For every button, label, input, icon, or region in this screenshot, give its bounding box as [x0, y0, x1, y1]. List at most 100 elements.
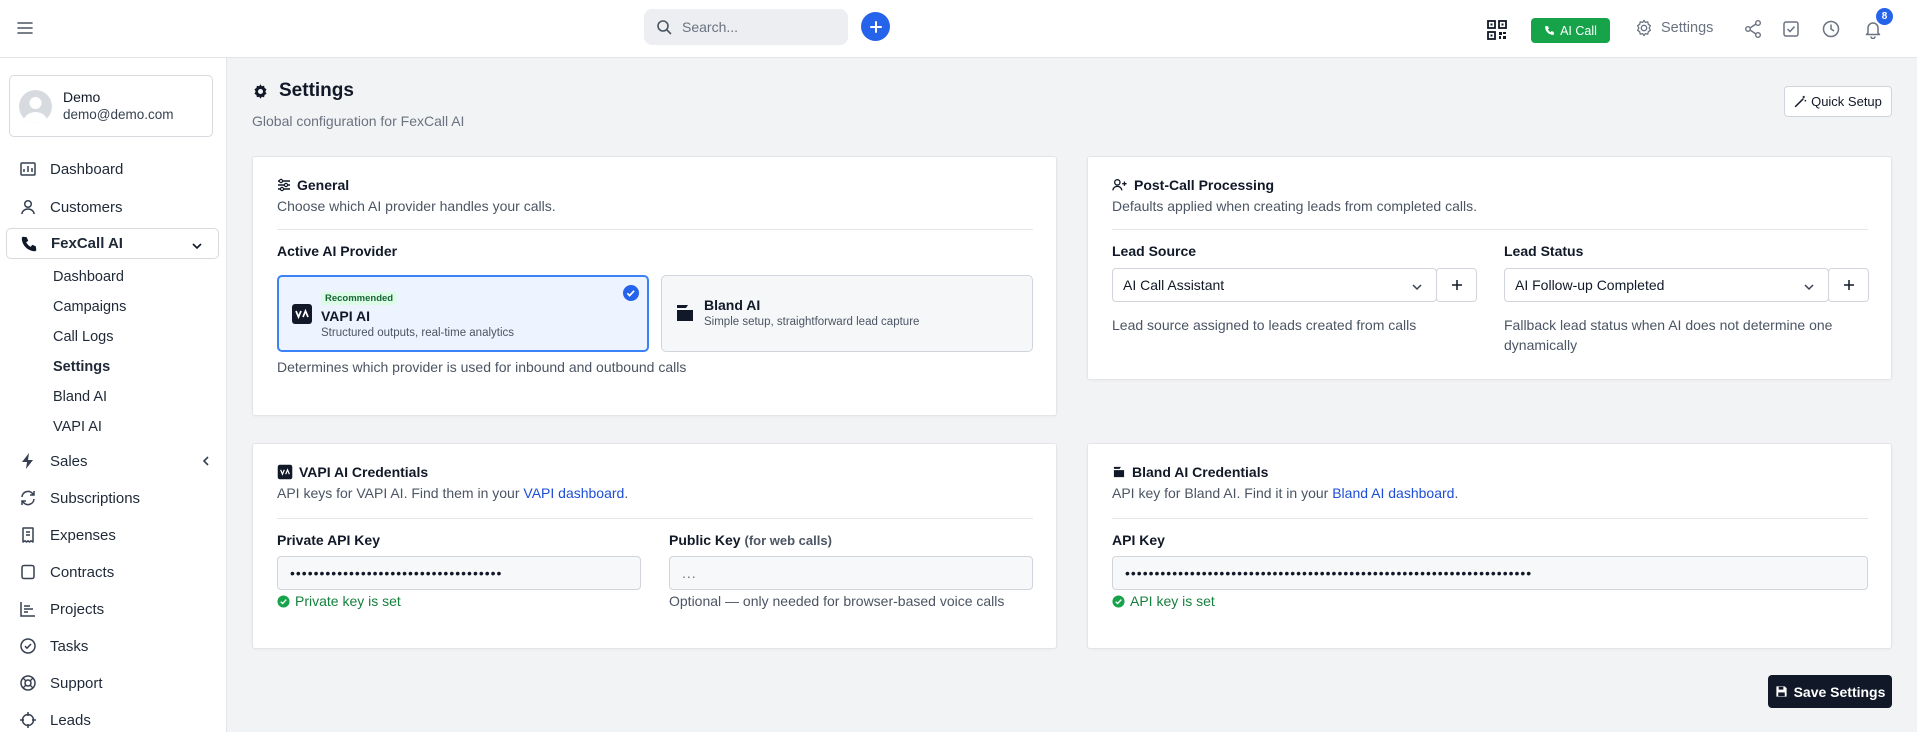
api-key-status-text: API key is set [1130, 593, 1215, 609]
api-key-status: API key is set [1112, 593, 1215, 609]
check-circle-icon [18, 636, 38, 656]
settings-link[interactable]: Settings [1635, 19, 1713, 37]
sidebar-item-sales[interactable]: Sales [0, 444, 227, 478]
bland-description: API key for Bland AI. Find it in your Bl… [1112, 485, 1458, 501]
submenu-item-campaigns[interactable]: Campaigns [53, 297, 126, 317]
chevron-down-icon [190, 239, 204, 253]
submenu-item-dashboard[interactable]: Dashboard [53, 267, 124, 287]
phone-icon [19, 234, 39, 254]
submenu-item-vapi-ai[interactable]: VAPI AI [53, 417, 102, 437]
provider-option-bland-ai[interactable]: Bland AI Simple setup, straightforward l… [661, 275, 1033, 352]
vapi-description-text: API keys for VAPI AI. Find them in your [277, 485, 524, 501]
vapi-dashboard-link[interactable]: VAPI dashboard [523, 485, 624, 501]
search-box[interactable] [644, 9, 848, 45]
ai-call-button[interactable]: AI Call [1531, 18, 1610, 43]
notification-count-badge: 8 [1876, 8, 1893, 25]
bolt-icon [18, 451, 38, 471]
quick-create-button[interactable] [861, 12, 890, 41]
sidebar-item-expenses[interactable]: Expenses [0, 518, 227, 552]
sidebar-item-customers[interactable]: Customers [0, 190, 227, 224]
sidebar-item-label: Projects [50, 600, 105, 618]
avatar [19, 89, 52, 123]
quick-setup-button[interactable]: Quick Setup [1784, 86, 1892, 117]
vapi-description-suffix: . [624, 485, 629, 501]
divider [277, 518, 1033, 519]
submenu-item-call-logs[interactable]: Call Logs [53, 327, 113, 347]
task-checkbox-icon[interactable] [1781, 19, 1801, 39]
private-api-key-label: Private API Key [277, 532, 380, 548]
provider-name: VAPI AI [321, 308, 371, 324]
bland-card-title: Bland AI Credentials [1112, 464, 1268, 480]
sidebar-item-projects[interactable]: Projects [0, 592, 227, 626]
general-title-text: General [297, 177, 350, 193]
active-provider-label: Active AI Provider [277, 243, 398, 259]
lead-status-label: Lead Status [1504, 243, 1584, 259]
hamburger-menu-icon[interactable] [16, 19, 34, 37]
sidebar-item-label: Dashboard [50, 160, 124, 178]
plus-icon [1451, 280, 1462, 290]
user-card[interactable]: Demo demo@demo.com [9, 75, 213, 137]
bland-title-text: Bland AI Credentials [1132, 464, 1269, 480]
top-bar: AI Call Settings 8 [0, 0, 1917, 58]
public-key-input[interactable] [669, 556, 1033, 590]
qr-code-icon[interactable] [1486, 19, 1508, 41]
private-api-key-input[interactable] [277, 556, 641, 590]
sidebar-item-label: Sales [50, 452, 88, 470]
check-circle-icon [622, 284, 640, 302]
sidebar-item-label: FexCall AI [51, 235, 123, 252]
magic-wand-icon [1794, 95, 1807, 108]
lead-status-select[interactable]: AI Follow-up Completed [1504, 268, 1829, 302]
submenu-item-settings[interactable]: Settings [53, 357, 110, 377]
crosshair-icon [18, 710, 38, 730]
chart-icon [18, 599, 38, 619]
lead-source-select[interactable]: AI Call Assistant [1112, 268, 1437, 302]
recommended-badge: Recommended [321, 292, 398, 305]
sidebar-item-subscriptions[interactable]: Subscriptions [0, 481, 227, 515]
user-name: Demo [63, 89, 101, 105]
sidebar-item-label: Expenses [50, 526, 116, 544]
provider-hint: Determines which provider is used for in… [277, 359, 687, 375]
lifebuoy-icon [18, 673, 38, 693]
private-key-status-text: Private key is set [295, 593, 401, 609]
sidebar-item-fexcall-ai[interactable]: FexCall AI [6, 228, 219, 259]
public-key-label: Public Key (for web calls) [669, 532, 832, 548]
plus-icon [869, 20, 882, 33]
sidebar-item-label: Support [50, 674, 103, 692]
public-key-hint: Optional — only needed for browser-based… [669, 593, 1005, 609]
divider [277, 229, 1033, 230]
submenu-item-bland-ai[interactable]: Bland AI [53, 387, 107, 407]
refresh-icon [18, 488, 38, 508]
search-input[interactable] [682, 19, 832, 35]
sidebar-item-support[interactable]: Support [0, 666, 227, 700]
clock-icon[interactable] [1821, 19, 1841, 39]
provider-description: Structured outputs, real-time analytics [321, 327, 515, 339]
general-description: Choose which AI provider handles your ca… [277, 198, 556, 214]
sidebar-item-tasks[interactable]: Tasks [0, 629, 227, 663]
share-icon[interactable] [1743, 19, 1763, 39]
add-lead-status-button[interactable] [1828, 268, 1869, 302]
sidebar-item-leads[interactable]: Leads [0, 703, 227, 732]
user-plus-icon [1112, 178, 1127, 191]
sidebar-item-label: Leads [50, 711, 91, 729]
private-key-status: Private key is set [277, 593, 401, 609]
vapi-credentials-card: VAPI AI Credentials API keys for VAPI AI… [252, 443, 1057, 649]
vapi-description: API keys for VAPI AI. Find them in your … [277, 485, 628, 501]
sidebar-item-contracts[interactable]: Contracts [0, 555, 227, 589]
post-call-title-text: Post-Call Processing [1134, 177, 1275, 193]
save-settings-button[interactable]: Save Settings [1768, 675, 1892, 708]
bland-dashboard-link[interactable]: Bland AI dashboard [1332, 485, 1454, 501]
bland-logo-icon [674, 302, 696, 324]
lead-status-value: AI Follow-up Completed [1515, 277, 1665, 293]
dashboard-icon [18, 159, 38, 179]
divider [1112, 518, 1868, 519]
add-lead-source-button[interactable] [1436, 268, 1477, 302]
sidebar-item-label: Subscriptions [50, 489, 141, 507]
bland-description-suffix: . [1454, 485, 1459, 501]
sidebar-item-dashboard[interactable]: Dashboard [0, 152, 227, 186]
vapi-card-title: VAPI AI Credentials [277, 464, 428, 480]
divider [1112, 229, 1868, 230]
bland-api-key-input[interactable] [1112, 556, 1868, 590]
provider-option-vapi-ai[interactable]: Recommended VAPI AI Structured outputs, … [277, 275, 649, 352]
user-icon [18, 197, 38, 217]
search-icon [656, 19, 672, 35]
